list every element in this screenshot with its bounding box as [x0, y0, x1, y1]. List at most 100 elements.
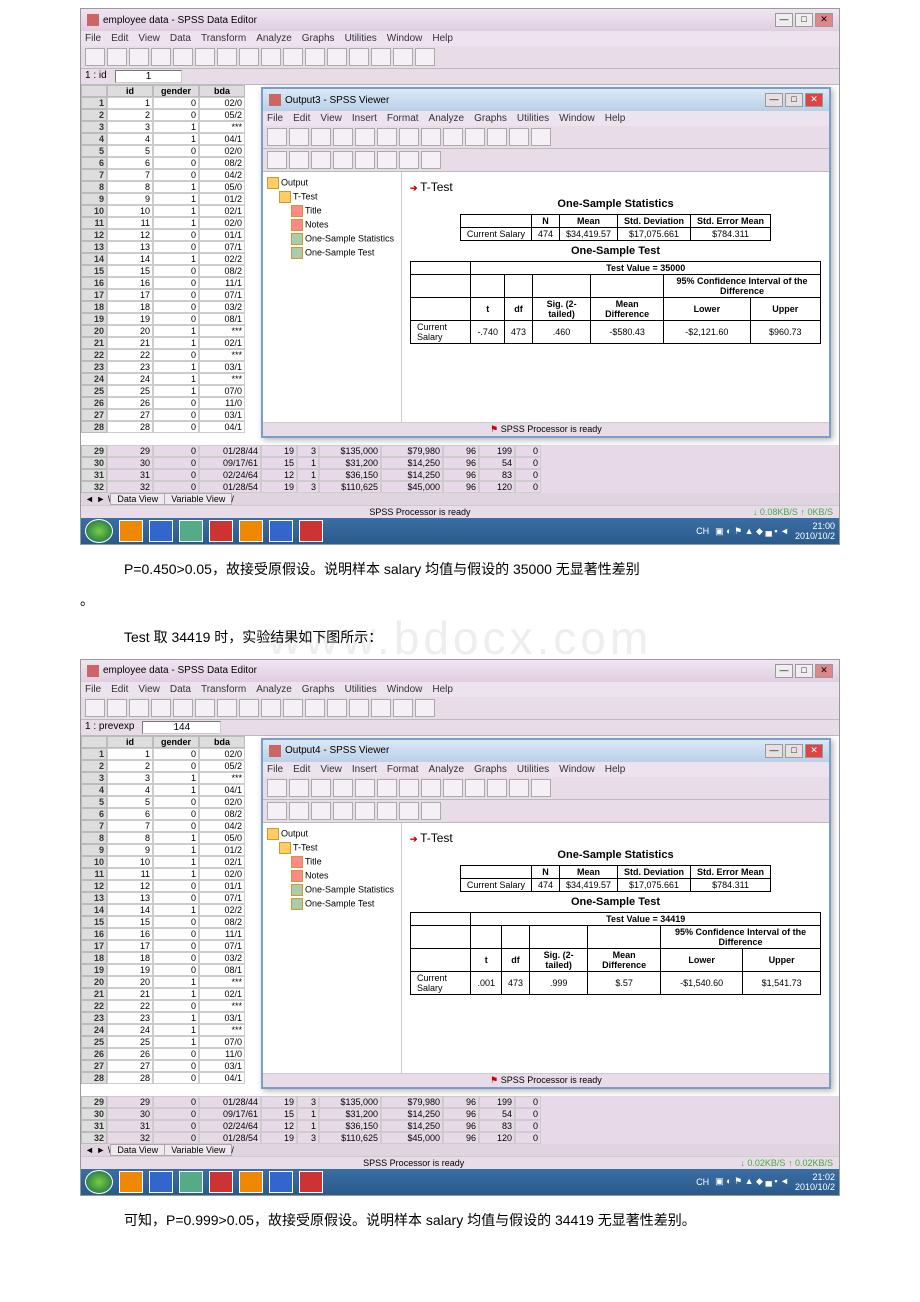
start-button[interactable]: [85, 1170, 113, 1194]
table-row[interactable]: 2929001/28/44193$135,000$79,980961990: [81, 1096, 839, 1108]
menu-item[interactable]: Data: [170, 684, 191, 695]
toolbar-button[interactable]: [377, 802, 397, 820]
taskbar-item[interactable]: [179, 520, 203, 542]
window-buttons[interactable]: —□✕: [775, 13, 833, 27]
taskbar-item[interactable]: [119, 520, 143, 542]
open-icon[interactable]: [85, 48, 105, 66]
menu-item[interactable]: Edit: [293, 764, 310, 775]
menu-item[interactable]: Graphs: [302, 33, 335, 44]
toolbar-button[interactable]: [399, 128, 419, 146]
minimize-button[interactable]: —: [775, 664, 793, 678]
toolbar-button[interactable]: [333, 802, 353, 820]
table-row[interactable]: 44104/1: [81, 784, 245, 796]
table-row[interactable]: 1818003/2: [81, 301, 245, 313]
table-row[interactable]: 1919008/1: [81, 313, 245, 325]
viewer-menubar[interactable]: FileEditViewInsertFormatAnalyzeGraphsUti…: [263, 762, 829, 777]
menu-item[interactable]: Window: [559, 113, 595, 124]
table-row[interactable]: 11002/0: [81, 748, 245, 760]
table-row[interactable]: 77004/2: [81, 169, 245, 181]
toolbar-button[interactable]: [531, 128, 551, 146]
menu-item[interactable]: File: [85, 33, 101, 44]
table-row[interactable]: 2828004/1: [81, 1072, 245, 1084]
taskbar-item[interactable]: [119, 1171, 143, 1193]
toolbar-button[interactable]: [531, 779, 551, 797]
main-menubar[interactable]: FileEditViewDataTransformAnalyzeGraphsUt…: [81, 682, 839, 697]
toolbar-button[interactable]: [173, 699, 193, 717]
tab-variable-view[interactable]: Variable View: [164, 493, 232, 505]
tab-data-view[interactable]: Data View: [110, 493, 165, 505]
table-row[interactable]: 20201***: [81, 325, 245, 337]
menu-item[interactable]: Help: [605, 764, 626, 775]
ime-indicator[interactable]: CH: [696, 1177, 709, 1187]
maximize-button[interactable]: □: [795, 13, 813, 27]
tree-node[interactable]: One-Sample Test: [267, 897, 397, 911]
table-row[interactable]: 331***: [81, 121, 245, 133]
taskbar-item[interactable]: [179, 1171, 203, 1193]
viewer-max[interactable]: □: [785, 744, 803, 758]
menu-item[interactable]: File: [85, 684, 101, 695]
print-icon[interactable]: [129, 48, 149, 66]
menu-item[interactable]: View: [320, 764, 342, 775]
menu-item[interactable]: Help: [432, 33, 453, 44]
toolbar-button[interactable]: [349, 699, 369, 717]
toolbar-button[interactable]: [355, 802, 375, 820]
toolbar-button[interactable]: [289, 128, 309, 146]
menu-item[interactable]: Analyze: [256, 684, 292, 695]
menu-item[interactable]: View: [320, 113, 342, 124]
toolbar-button[interactable]: [311, 128, 331, 146]
menu-item[interactable]: Transform: [201, 33, 246, 44]
toolbar-button[interactable]: [85, 699, 105, 717]
view-tabs[interactable]: ◄ ► \Data ViewVariable View/: [81, 493, 839, 505]
toolbar-button[interactable]: [371, 699, 391, 717]
menu-item[interactable]: Edit: [111, 33, 128, 44]
table-row[interactable]: 1818003/2: [81, 952, 245, 964]
table-row[interactable]: 1010102/1: [81, 856, 245, 868]
toolbar-button[interactable]: [239, 699, 259, 717]
table-row[interactable]: 66008/2: [81, 808, 245, 820]
menu-item[interactable]: Graphs: [474, 113, 507, 124]
tree-node[interactable]: Title: [267, 855, 397, 869]
menu-item[interactable]: Analyze: [429, 764, 465, 775]
toolbar-button[interactable]: [355, 779, 375, 797]
cell-value[interactable]: 144: [142, 721, 221, 734]
table-row[interactable]: 1313007/1: [81, 241, 245, 253]
taskbar-item[interactable]: [149, 1171, 173, 1193]
tree-node[interactable]: One-Sample Statistics: [267, 883, 397, 897]
table-row[interactable]: 1515008/2: [81, 265, 245, 277]
tree-node[interactable]: T-Test: [267, 841, 397, 855]
table-row[interactable]: 1717007/1: [81, 289, 245, 301]
tree-node[interactable]: Output: [267, 827, 397, 841]
table-row[interactable]: 2727003/1: [81, 409, 245, 421]
viewer-close[interactable]: ✕: [805, 93, 823, 107]
table-row[interactable]: 1010102/1: [81, 205, 245, 217]
toolbar-button[interactable]: [355, 151, 375, 169]
taskbar-item[interactable]: [239, 1171, 263, 1193]
cases-icon[interactable]: [305, 48, 325, 66]
chart-icon[interactable]: [261, 48, 281, 66]
sets-icon[interactable]: [415, 48, 435, 66]
data-grid-bottom[interactable]: 2929001/28/44193$135,000$79,980961990303…: [81, 445, 839, 493]
tree-node[interactable]: Notes: [267, 869, 397, 883]
close-button[interactable]: ✕: [815, 664, 833, 678]
table-row[interactable]: 2121102/1: [81, 988, 245, 1000]
toolbar-button[interactable]: [217, 699, 237, 717]
viewer-close[interactable]: ✕: [805, 744, 823, 758]
viewer-toolbar[interactable]: [263, 777, 829, 800]
table-row[interactable]: 1515008/2: [81, 916, 245, 928]
tree-node[interactable]: T-Test: [267, 190, 397, 204]
toolbar-button[interactable]: [443, 779, 463, 797]
taskbar[interactable]: CH ▣ ◐ ⚑ ▲ ◆ ▄ ▪ ◄ 21:022010/10/2: [81, 1169, 839, 1195]
main-toolbar[interactable]: [81, 697, 839, 720]
table-row[interactable]: 2828004/1: [81, 421, 245, 433]
main-menubar[interactable]: FileEditViewDataTransformAnalyzeGraphsUt…: [81, 31, 839, 46]
table-row[interactable]: 2929001/28/44193$135,000$79,980961990: [81, 445, 839, 457]
table-row[interactable]: 3030009/17/61151$31,200$14,25096540: [81, 1108, 839, 1120]
table-row[interactable]: 2121102/1: [81, 337, 245, 349]
table-row[interactable]: 2323103/1: [81, 361, 245, 373]
viewer-min[interactable]: —: [765, 93, 783, 107]
table-row[interactable]: 66008/2: [81, 157, 245, 169]
tree-node[interactable]: One-Sample Test: [267, 246, 397, 260]
undo-icon[interactable]: [173, 48, 193, 66]
menu-item[interactable]: Utilities: [517, 113, 549, 124]
table-row[interactable]: 88105/0: [81, 181, 245, 193]
